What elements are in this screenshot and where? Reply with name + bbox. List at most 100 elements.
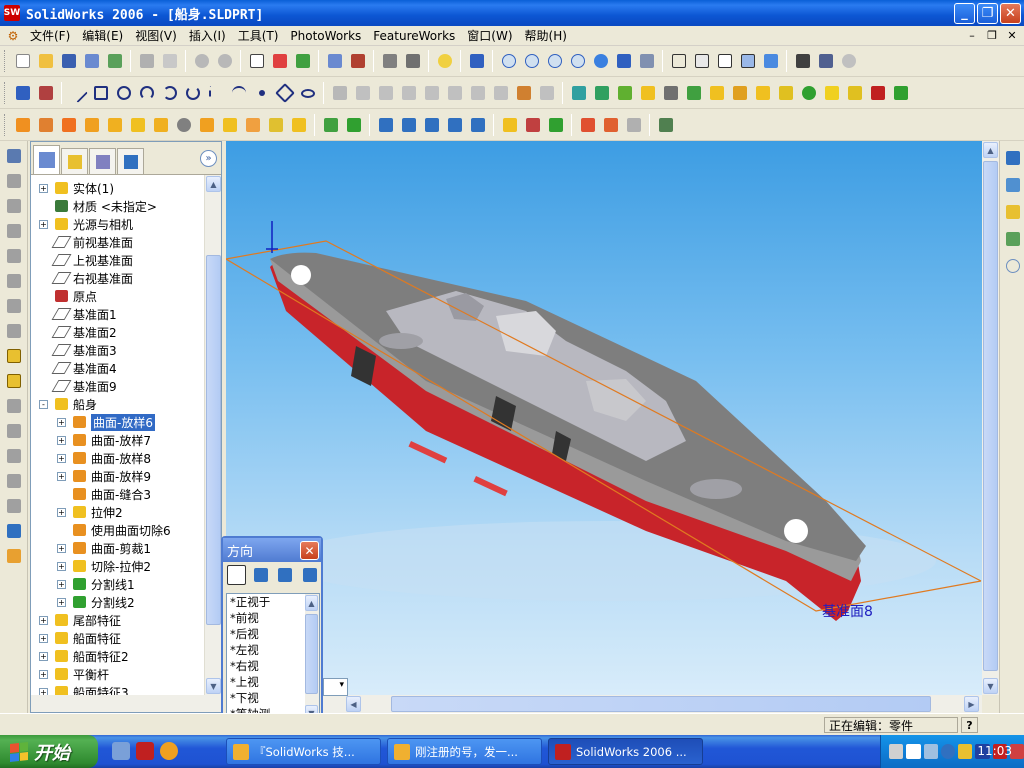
tree-item[interactable]: + 曲面-剪裁1: [57, 539, 151, 557]
trim-surface-icon[interactable]: [288, 115, 309, 136]
tab-feature-manager[interactable]: [33, 145, 60, 174]
title-bar[interactable]: SW SolidWorks 2006 - [船身.SLDPRT] _ ❐ ✕: [0, 0, 1024, 26]
plane-label[interactable]: 基准面8: [822, 601, 873, 621]
help-tray-icon[interactable]: [906, 744, 921, 759]
sketch-icon[interactable]: [12, 83, 33, 104]
scroll-down-arrow[interactable]: ▼: [206, 678, 221, 694]
save-icon[interactable]: [58, 51, 79, 72]
solidworks-menu-logo-icon[interactable]: ⚙: [4, 27, 22, 45]
scroll-thumb[interactable]: [305, 614, 318, 694]
scroll-up-arrow[interactable]: ▲: [983, 142, 998, 158]
sheet-metal-icon[interactable]: [3, 270, 24, 291]
graphics-vscrollbar[interactable]: ▲ ▼: [982, 141, 999, 695]
scroll-thumb[interactable]: [206, 255, 221, 625]
feature-deform-icon[interactable]: [867, 83, 888, 104]
surface-revolve-icon[interactable]: [35, 115, 56, 136]
restore-button[interactable]: ❐: [977, 3, 998, 24]
tree-item[interactable]: + 曲面-放样8: [57, 449, 151, 467]
tree-item[interactable]: + 实体(1): [39, 179, 114, 197]
scroll-up-arrow[interactable]: ▲: [206, 176, 221, 192]
doc-close-button[interactable]: ✕: [1004, 28, 1020, 43]
feature-chamfer-icon[interactable]: [683, 83, 704, 104]
home-icon[interactable]: [1002, 147, 1023, 168]
macro-icon[interactable]: [655, 115, 676, 136]
expand-toggle-icon[interactable]: +: [57, 453, 66, 463]
status-help-icon[interactable]: ?: [961, 717, 978, 733]
options-icon[interactable]: [379, 51, 400, 72]
expand-toggle-icon[interactable]: +: [57, 579, 66, 589]
scroll-thumb[interactable]: [983, 161, 998, 671]
tree-item[interactable]: + 分割线2: [57, 593, 135, 611]
expand-toggle-icon[interactable]: +: [57, 507, 66, 517]
feature-tree-scrollbar[interactable]: ▲ ▼: [204, 175, 221, 695]
toolbar-grip[interactable]: [4, 114, 7, 136]
make-assembly-icon[interactable]: [104, 51, 125, 72]
menu-view[interactable]: 视图(V): [129, 27, 183, 44]
menu-window[interactable]: 窗口(W): [461, 27, 518, 44]
tree-item[interactable]: + 切除-拉伸2: [57, 557, 151, 575]
menu-photoworks[interactable]: PhotoWorks: [284, 29, 367, 43]
photoworks-render-icon[interactable]: [375, 115, 396, 136]
tree-item[interactable]: + 拉伸2: [57, 503, 123, 521]
tree-item[interactable]: 材质 <未指定>: [39, 197, 157, 215]
render-to-file-icon[interactable]: [499, 115, 520, 136]
photoworks-lighting-icon[interactable]: [467, 115, 488, 136]
task-button-post[interactable]: 刚注册的号，发一...: [387, 738, 542, 765]
task-button-forum[interactable]: 『SolidWorks 技...: [226, 738, 381, 765]
tab-property-manager[interactable]: [61, 148, 88, 174]
solidworks-launch-icon[interactable]: [136, 742, 154, 760]
expand-toggle-icon[interactable]: +: [39, 219, 48, 229]
sketch-grid-icon[interactable]: [536, 83, 557, 104]
tree-item[interactable]: 右视基准面: [39, 269, 133, 287]
print-icon[interactable]: [136, 51, 157, 72]
draft-analysis-icon[interactable]: [3, 545, 24, 566]
feature-shell-icon[interactable]: [706, 83, 727, 104]
extend-surface-icon[interactable]: [265, 115, 286, 136]
tree-item[interactable]: + 平衡杆: [39, 665, 109, 683]
zoom-to-selection-icon[interactable]: [567, 51, 588, 72]
mirror-entities-icon[interactable]: [421, 83, 442, 104]
radiate-surface-icon[interactable]: [196, 115, 217, 136]
arc-icon[interactable]: [136, 83, 157, 104]
planar-surface-icon[interactable]: [127, 115, 148, 136]
smart-dimension-icon[interactable]: [35, 83, 56, 104]
feature-sweep-icon[interactable]: [614, 83, 635, 104]
weldment-icon[interactable]: [3, 295, 24, 316]
fillet-xpert-icon[interactable]: [3, 520, 24, 541]
brick-icon[interactable]: [347, 51, 368, 72]
tree-item[interactable]: - 船身: [39, 395, 97, 413]
tab-configuration-manager[interactable]: [89, 148, 116, 174]
help-icon[interactable]: [434, 51, 455, 72]
shaded-icon[interactable]: [760, 51, 781, 72]
surface-panel-icon[interactable]: [3, 195, 24, 216]
thicken-icon[interactable]: [320, 115, 341, 136]
expand-pane-icon[interactable]: [1002, 255, 1023, 276]
scroll-right-arrow[interactable]: ▶: [964, 696, 979, 712]
display-tools-icon[interactable]: [3, 370, 24, 391]
shaded-with-edges-icon[interactable]: [737, 51, 758, 72]
reset-views-icon[interactable]: [300, 565, 320, 586]
close-button[interactable]: ✕: [1000, 3, 1021, 24]
toolbar-grip[interactable]: [4, 82, 7, 104]
curve-panel-icon[interactable]: [3, 220, 24, 241]
expand-toggle-icon[interactable]: +: [57, 435, 66, 445]
mass-properties-icon[interactable]: [3, 445, 24, 466]
open-folder-icon[interactable]: [35, 51, 56, 72]
sketch-3d-icon[interactable]: [513, 83, 534, 104]
orientation-close-button[interactable]: ✕: [300, 541, 319, 560]
reference-geometry-icon[interactable]: [3, 245, 24, 266]
photoworks-options-icon[interactable]: [522, 115, 543, 136]
traffic-light-icon[interactable]: [292, 51, 313, 72]
ellipse-icon[interactable]: [297, 83, 318, 104]
feature-fillet-icon[interactable]: [660, 83, 681, 104]
tree-item[interactable]: 原点: [39, 287, 97, 305]
hidden-lines-removed-icon[interactable]: [714, 51, 735, 72]
grid-icon[interactable]: [324, 51, 345, 72]
photoworks-stack-icon[interactable]: [545, 115, 566, 136]
spline-icon[interactable]: [228, 83, 249, 104]
media-player-icon[interactable]: [160, 742, 178, 760]
check-icon[interactable]: [3, 495, 24, 516]
toolbar-grip[interactable]: [4, 50, 7, 72]
print-preview-icon[interactable]: [159, 51, 180, 72]
sketch-panel-icon[interactable]: [3, 170, 24, 191]
